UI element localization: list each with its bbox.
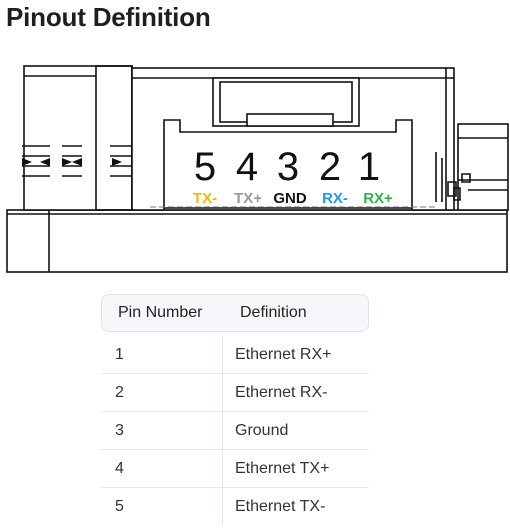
definition-cell: Ethernet RX+ <box>235 345 332 363</box>
pin-label-tx-plus: TX+ <box>234 190 262 207</box>
page-title: Pinout Definition <box>6 2 211 32</box>
pin-number-4: 4 <box>236 145 258 189</box>
table-row: 2 Ethernet RX- <box>101 374 369 412</box>
definition-cell: Ethernet TX- <box>235 498 326 515</box>
definition-cell: Ethernet TX+ <box>235 459 330 477</box>
table-row: 3 Ground <box>101 412 369 450</box>
definition-cell: Ethernet RX- <box>235 383 328 401</box>
pin-number-1: 1 <box>358 145 380 189</box>
pin-label-gnd: GND <box>273 190 307 207</box>
pin-number-5: 5 <box>194 145 216 189</box>
pin-number-3: 3 <box>277 145 299 189</box>
pin-cell: 1 <box>101 336 223 373</box>
pin-cell: 2 <box>101 374 223 411</box>
connector-diagram: 5 4 3 2 1 TX- TX+ GND RX- RX+ <box>6 65 509 273</box>
header-pin-number: Pin Number <box>118 304 203 321</box>
table-header: Pin Number Definition <box>101 294 369 332</box>
pin-cell: 4 <box>101 450 223 487</box>
pin-label-rx-plus: RX+ <box>363 190 393 207</box>
table-row: 4 Ethernet TX+ <box>101 450 369 488</box>
pin-cell: 5 <box>101 488 223 526</box>
table-row: 5 Ethernet TX- <box>101 488 369 526</box>
pin-label-rx-minus: RX- <box>322 190 348 207</box>
table-row: 1 Ethernet RX+ <box>101 336 369 374</box>
pin-cell: 3 <box>101 412 223 449</box>
definition-cell: Ground <box>235 421 289 439</box>
header-definition: Definition <box>240 304 307 321</box>
pinout-table: 1 Ethernet RX+ 2 Ethernet RX- 3 Ground 4… <box>101 336 369 526</box>
pin-label-tx-minus: TX- <box>193 190 217 207</box>
pin-number-2: 2 <box>319 145 341 189</box>
